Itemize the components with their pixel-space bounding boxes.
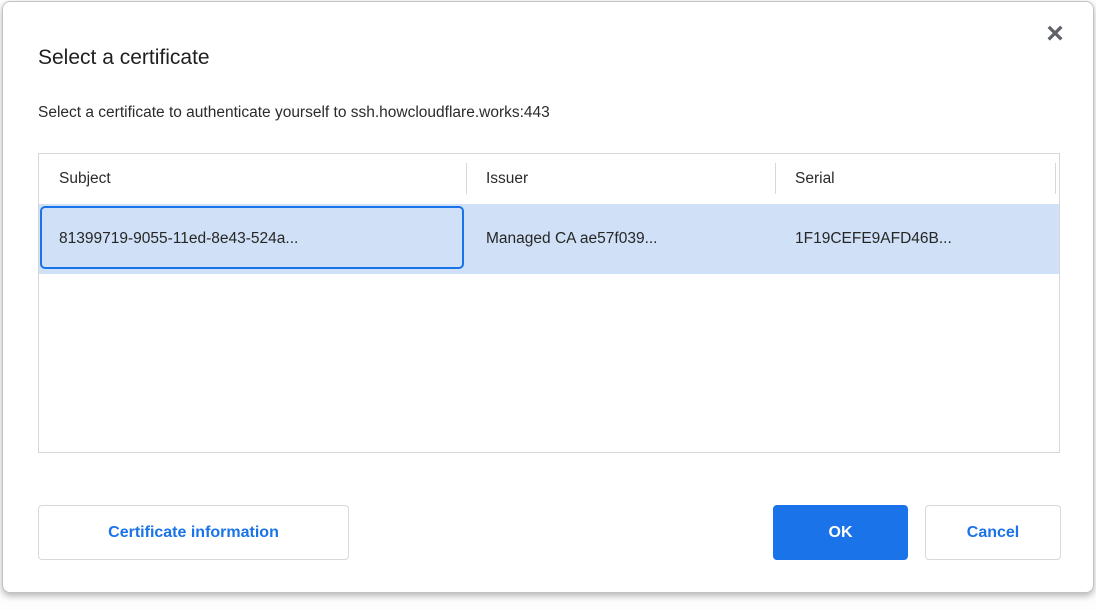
close-icon: × bbox=[1046, 17, 1064, 50]
table-header: Subject Issuer Serial bbox=[39, 154, 1059, 204]
certificate-select-dialog: × Select a certificate Select a certific… bbox=[2, 1, 1094, 593]
cancel-button[interactable]: Cancel bbox=[925, 505, 1061, 560]
column-header-issuer: Issuer bbox=[466, 154, 775, 204]
certificate-row-selected[interactable]: 81399719-9055-11ed-8e43-524a... Managed … bbox=[39, 204, 1059, 274]
cell-serial: 1F19CEFE9AFD46B... bbox=[775, 204, 1055, 274]
scrollbar-gutter bbox=[1055, 154, 1059, 204]
column-header-subject: Subject bbox=[39, 154, 466, 204]
cell-subject: 81399719-9055-11ed-8e43-524a... bbox=[39, 204, 466, 274]
cell-issuer: Managed CA ae57f039... bbox=[466, 204, 775, 274]
ok-button[interactable]: OK bbox=[773, 505, 908, 560]
dialog-subtitle: Select a certificate to authenticate you… bbox=[38, 104, 550, 122]
certificate-information-button[interactable]: Certificate information bbox=[38, 505, 349, 560]
close-button[interactable]: × bbox=[1039, 18, 1071, 50]
column-header-serial: Serial bbox=[775, 154, 1055, 204]
dialog-title: Select a certificate bbox=[38, 46, 210, 70]
certificate-table: Subject Issuer Serial 81399719-9055-11ed… bbox=[38, 153, 1060, 453]
